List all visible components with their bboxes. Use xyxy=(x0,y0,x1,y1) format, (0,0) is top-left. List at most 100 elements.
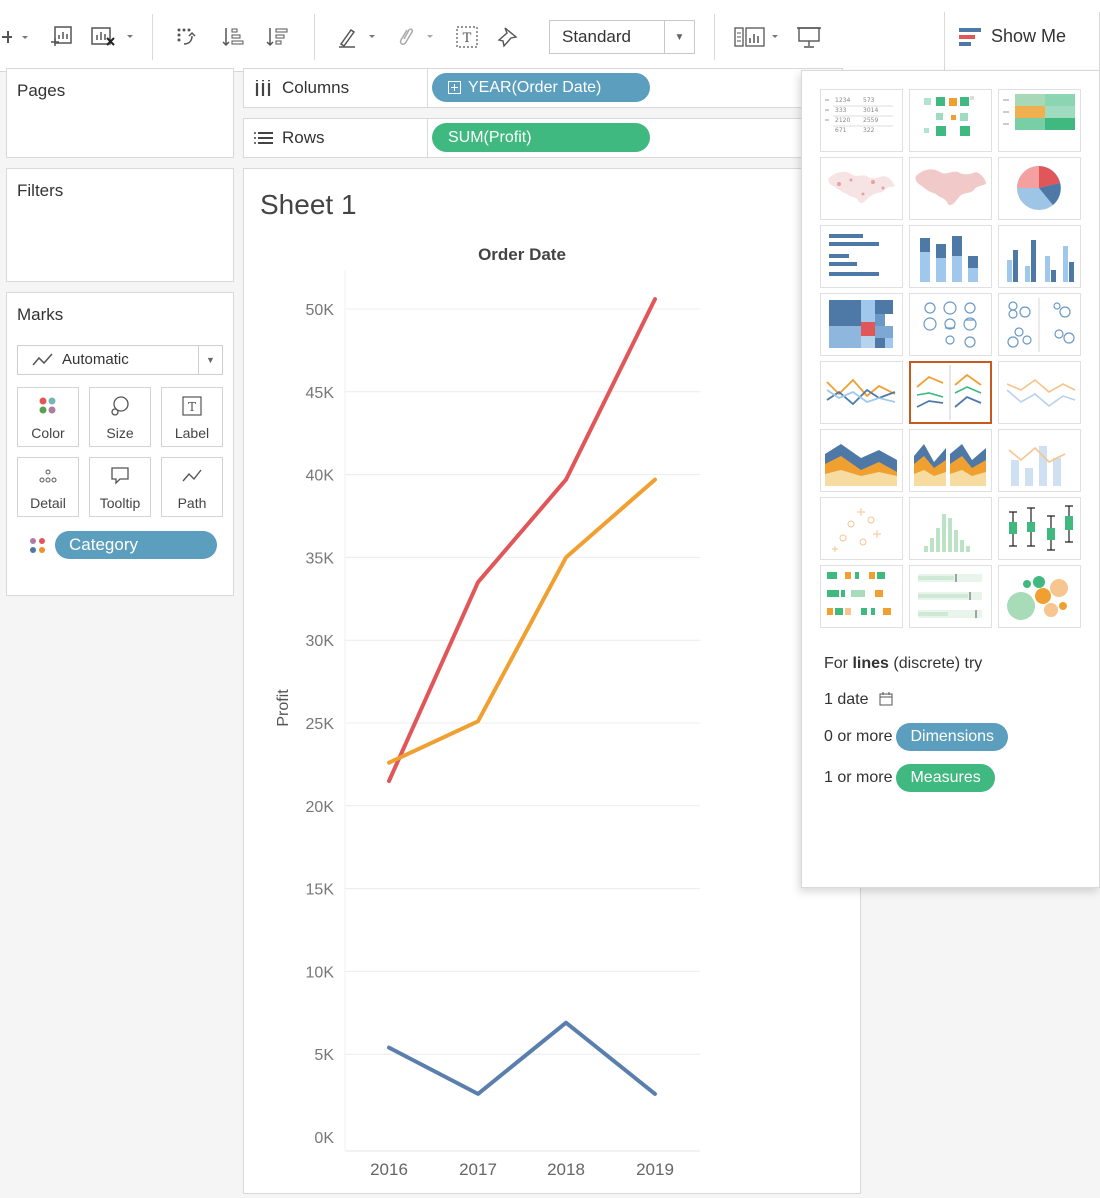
pages-card[interactable]: Pages xyxy=(6,68,234,158)
presentation-mode-icon[interactable] xyxy=(794,18,824,56)
svg-text:2120: 2120 xyxy=(835,117,850,124)
detail-label: Detail xyxy=(30,495,66,511)
chart-type-area-discrete[interactable] xyxy=(909,429,992,492)
chart-type-text-table[interactable]: 1234 573 333 3014 2120 2559 671 322 xyxy=(820,89,903,152)
chart-type-lines-discrete-selected[interactable] xyxy=(909,361,992,424)
chart-type-lines-continuous[interactable] xyxy=(820,361,903,424)
chart-type-circle-views[interactable] xyxy=(909,293,992,356)
svg-text:T: T xyxy=(463,31,472,46)
chart-type-symbol-map[interactable] xyxy=(820,157,903,220)
calendar-icon xyxy=(879,692,893,706)
new-worksheet-icon[interactable] xyxy=(44,18,80,56)
show-cards-icon[interactable] xyxy=(732,18,784,56)
svg-text:1234: 1234 xyxy=(835,97,850,104)
chart-type-stacked-bars[interactable] xyxy=(909,225,992,288)
sort-ascending-icon[interactable] xyxy=(216,18,250,56)
tooltip-button[interactable]: Tooltip xyxy=(89,457,151,517)
pages-title: Pages xyxy=(17,81,66,100)
svg-text:333: 333 xyxy=(835,107,847,114)
chart-type-box-whisker[interactable] xyxy=(998,497,1081,560)
chart-type-filled-map[interactable] xyxy=(909,157,992,220)
chevron-down-icon: ▼ xyxy=(198,346,222,374)
svg-text:322: 322 xyxy=(863,127,875,134)
requirement-measures: 1 or more Measures xyxy=(824,764,995,792)
label-label: Label xyxy=(174,425,210,441)
chart-type-histogram[interactable] xyxy=(909,497,992,560)
chart-type-dual-lines[interactable] xyxy=(998,361,1081,424)
marks-title: Marks xyxy=(17,305,64,324)
label-button[interactable]: T Label xyxy=(161,387,223,447)
expand-plus-icon[interactable] xyxy=(448,81,461,94)
size-icon xyxy=(90,394,150,418)
fix-axes-pin-icon[interactable] xyxy=(494,18,524,56)
category-color-pill[interactable]: Category xyxy=(55,531,217,559)
mark-type-select[interactable]: Automatic ▼ xyxy=(17,345,223,375)
show-me-hint: For lines (discrete) try xyxy=(824,655,982,673)
chart-type-side-by-side-bars[interactable] xyxy=(998,225,1081,288)
chevron-down-icon: ▼ xyxy=(664,21,694,53)
path-icon xyxy=(162,464,222,488)
chart-type-bullet-graph[interactable] xyxy=(909,565,992,628)
chart-type-horizontal-bars[interactable] xyxy=(820,225,903,288)
dimensions-pill: Dimensions xyxy=(896,723,1009,751)
sort-descending-icon[interactable] xyxy=(260,18,294,56)
svg-text:573: 573 xyxy=(863,97,875,104)
line-mark-icon xyxy=(32,353,53,366)
show-mark-labels-icon[interactable]: T xyxy=(452,18,482,56)
path-button[interactable]: Path xyxy=(161,457,223,517)
columns-icon xyxy=(255,80,271,96)
chart-type-dual-combination[interactable] xyxy=(998,429,1081,492)
chart-type-packed-bubbles[interactable] xyxy=(998,565,1081,628)
detail-button[interactable]: Detail xyxy=(17,457,79,517)
color-label: Color xyxy=(31,425,65,441)
filters-title: Filters xyxy=(17,181,64,200)
label-icon: T xyxy=(162,394,222,418)
size-button[interactable]: Size xyxy=(89,387,151,447)
svg-text:3014: 3014 xyxy=(863,107,878,114)
requirement-dimensions: 0 or more Dimensions xyxy=(824,723,1009,751)
show-me-tab[interactable]: Show Me xyxy=(944,12,1100,72)
chart-type-area-continuous[interactable] xyxy=(820,429,903,492)
tableau-workspace: T Standard ▼ Show Me Pages Filters Marks xyxy=(0,0,1100,1198)
fit-select-value: Standard xyxy=(562,27,631,46)
chart-type-side-by-side-circles[interactable] xyxy=(998,293,1081,356)
chart-type-highlight-table[interactable] xyxy=(998,89,1081,152)
chart-type-scatter-plot[interactable] xyxy=(820,497,903,560)
svg-text:2559: 2559 xyxy=(863,117,878,124)
clear-sheet-icon[interactable] xyxy=(88,18,140,56)
req-dim-text: 0 or more xyxy=(824,728,893,746)
group-members-icon[interactable] xyxy=(392,18,440,56)
rows-label: Rows xyxy=(282,128,325,147)
rows-shelf-label-area: Rows xyxy=(244,119,428,157)
chart-type-treemap[interactable] xyxy=(820,293,903,356)
hint-prefix: For xyxy=(824,655,853,672)
show-me-panel: 1234 573 333 3014 2120 2559 671 322 For … xyxy=(801,70,1100,888)
highlight-icon[interactable] xyxy=(334,18,382,56)
sum-profit-pill[interactable]: SUM(Profit) xyxy=(432,123,650,152)
add-data-icon[interactable] xyxy=(0,18,34,56)
filters-card[interactable]: Filters xyxy=(6,168,234,282)
rows-shelf[interactable]: Rows SUM(Profit) xyxy=(243,118,843,158)
svg-text:T: T xyxy=(188,400,196,414)
fit-select[interactable]: Standard ▼ xyxy=(549,20,695,54)
detail-icon xyxy=(18,464,78,488)
hint-bold: lines xyxy=(852,655,889,672)
year-order-date-pill[interactable]: YEAR(Order Date) xyxy=(432,73,650,102)
toolbar-separator xyxy=(152,14,153,60)
size-label: Size xyxy=(106,425,134,441)
show-me-label: Show Me xyxy=(991,26,1067,46)
svg-text:671: 671 xyxy=(835,127,847,134)
swap-rows-columns-icon[interactable] xyxy=(168,18,202,56)
tooltip-icon xyxy=(90,464,150,488)
chart-type-gantt[interactable] xyxy=(820,565,903,628)
color-icon xyxy=(18,394,78,418)
requirement-date: 1 date xyxy=(824,691,893,709)
columns-label: Columns xyxy=(282,78,350,97)
req-meas-text: 1 or more xyxy=(824,769,893,787)
toolbar: T Standard ▼ Show Me xyxy=(0,0,1100,72)
color-button[interactable]: Color xyxy=(17,387,79,447)
chart-type-pie[interactable] xyxy=(998,157,1081,220)
columns-shelf[interactable]: Columns YEAR(Order Date) xyxy=(243,68,843,108)
chart-type-heat-map[interactable] xyxy=(909,89,992,152)
columns-pill-label: YEAR(Order Date) xyxy=(468,79,602,96)
